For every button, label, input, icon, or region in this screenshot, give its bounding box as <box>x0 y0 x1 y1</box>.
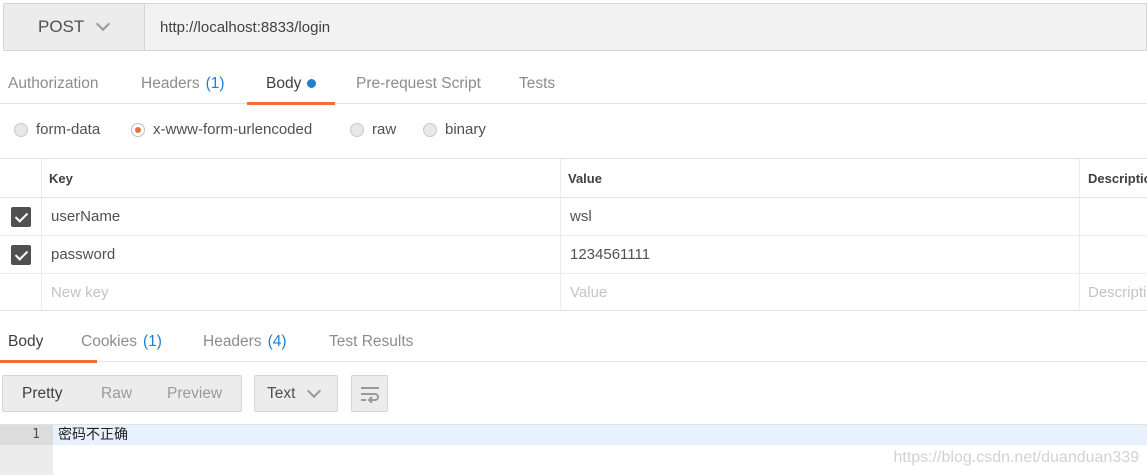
mode-preview[interactable]: Preview <box>167 385 222 403</box>
radio-x-www-form-urlencoded[interactable]: x-www-form-urlencoded <box>131 121 312 138</box>
tab-headers[interactable]: Headers (1) <box>141 63 225 104</box>
new-key-input[interactable]: New key <box>41 274 560 311</box>
chevron-down-icon <box>309 386 319 396</box>
tab-count: (1) <box>205 74 225 92</box>
format-label: Text <box>267 384 296 402</box>
radio-label: form-data <box>36 121 101 138</box>
tab-label: Body <box>8 332 44 350</box>
check-icon[interactable] <box>10 206 31 227</box>
tab-authorization[interactable]: Authorization <box>8 63 98 104</box>
response-text: 密码不正确 <box>53 425 1147 445</box>
key-input[interactable]: userName <box>41 198 560 235</box>
line-number: 1 <box>32 427 40 442</box>
radio-raw[interactable]: raw <box>350 121 396 138</box>
tab-label: Headers <box>203 332 262 350</box>
tab-cookies[interactable]: Cookies (1) <box>81 321 162 362</box>
description-input[interactable] <box>1079 198 1147 235</box>
watermark: https://blog.csdn.net/duanduan339 <box>893 449 1139 466</box>
chevron-down-icon <box>98 19 108 29</box>
tab-response-headers[interactable]: Headers (4) <box>203 321 287 362</box>
params-table: Key Value Description userName wsl passw… <box>0 158 1147 311</box>
mode-pretty[interactable]: Pretty <box>22 385 62 403</box>
tab-label: Tests <box>519 74 556 92</box>
view-mode-group: Pretty Raw Preview <box>2 375 242 412</box>
tab-label: Pre-request Script <box>356 74 481 92</box>
modified-dot-icon <box>307 79 317 88</box>
key-input[interactable]: password <box>41 236 560 273</box>
tab-pre-request-script[interactable]: Pre-request Script <box>356 63 481 104</box>
row-check-cell <box>0 236 41 273</box>
radio-label: raw <box>372 121 397 138</box>
request-bar: POST http://localhost:8833/login <box>0 0 1147 54</box>
response-body-editor[interactable]: 1 密码不正确 https://blog.csdn.net/duanduan33… <box>0 424 1147 475</box>
radio-circle-icon <box>423 122 437 137</box>
radio-binary[interactable]: binary <box>423 121 486 138</box>
radio-circle-icon <box>350 122 364 137</box>
url-text: http://localhost:8833/login <box>160 18 331 36</box>
header-check-cell <box>0 159 41 197</box>
table-row: userName wsl <box>0 198 1147 236</box>
method-label: POST <box>38 17 85 36</box>
tab-test-results[interactable]: Test Results <box>329 321 413 362</box>
method-select[interactable]: POST <box>3 3 145 51</box>
new-value-input[interactable]: Value <box>560 274 1079 311</box>
radio-selected-icon <box>131 122 145 137</box>
radio-form-data[interactable]: form-data <box>14 121 100 138</box>
format-select[interactable]: Text <box>254 375 338 412</box>
response-tabs: Body Cookies (1) Headers (4) Test Result… <box>0 321 1147 363</box>
tab-label: Cookies <box>81 332 137 350</box>
request-tabs: Authorization Headers (1) Body Pre-reque… <box>0 63 1147 105</box>
url-input[interactable]: http://localhost:8833/login <box>145 3 1147 51</box>
body-type-group: form-data x-www-form-urlencoded raw bina… <box>0 104 1147 158</box>
wrap-lines-button[interactable] <box>351 375 388 412</box>
new-description-input[interactable]: Description <box>1079 274 1147 311</box>
column-header-key: Key <box>41 159 560 197</box>
value-input[interactable]: wsl <box>560 198 1079 235</box>
radio-circle-icon <box>14 122 28 137</box>
row-check-cell <box>0 198 41 235</box>
tab-label: Headers <box>141 74 200 92</box>
tab-count: (4) <box>267 332 287 350</box>
description-input[interactable] <box>1079 236 1147 273</box>
tab-label: Body <box>266 74 302 92</box>
table-header: Key Value Description <box>0 159 1147 198</box>
tab-count: (1) <box>143 332 162 350</box>
wrap-lines-icon <box>360 386 379 403</box>
code-line: 1 密码不正确 <box>0 425 1147 445</box>
tab-body[interactable]: Body <box>247 63 336 105</box>
table-row-new: New key Value Description <box>0 274 1147 311</box>
response-toolbar: Pretty Raw Preview Text <box>0 375 1147 412</box>
tab-tests[interactable]: Tests <box>519 63 555 104</box>
value-input[interactable]: 1234561111 <box>560 236 1079 273</box>
radio-label: x-www-form-urlencoded <box>153 121 313 138</box>
column-header-description: Description <box>1079 159 1147 197</box>
check-icon[interactable] <box>10 244 31 265</box>
column-header-value: Value <box>560 159 1079 197</box>
radio-label: binary <box>445 121 486 138</box>
tab-label: Test Results <box>329 332 414 350</box>
tab-label: Authorization <box>8 74 99 92</box>
mode-raw[interactable]: Raw <box>101 385 132 403</box>
table-row: password 1234561111 <box>0 236 1147 274</box>
row-check-cell <box>0 274 41 311</box>
